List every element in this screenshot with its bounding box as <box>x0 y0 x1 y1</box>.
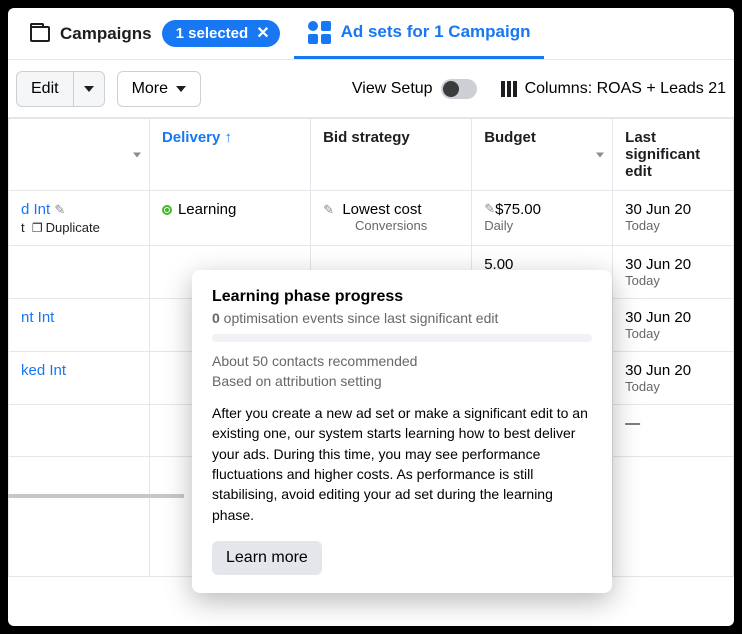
edit-date-relative: Today <box>625 218 721 233</box>
adset-name[interactable]: ked Int <box>21 362 66 379</box>
edit-date: — <box>625 415 640 432</box>
columns-label: Columns: ROAS + Leads 21 <box>525 80 726 98</box>
bid-strategy: Lowest cost <box>342 201 421 218</box>
budget-value: $75.00 <box>495 201 541 218</box>
tooltip-events: 0 optimisation events since last signifi… <box>212 310 592 326</box>
selected-chip[interactable]: 1 selected ✕ <box>162 20 280 47</box>
table-row[interactable]: d Int ✎ t ❐Duplicate Learning ✎ Lowest co… <box>9 191 734 246</box>
learning-tooltip: Learning phase progress 0 optimisation e… <box>192 270 612 593</box>
adset-name[interactable]: d Int <box>21 201 50 218</box>
tab-adsets-label: Ad sets for 1 Campaign <box>341 22 531 42</box>
pencil-icon[interactable]: ✎ <box>484 201 495 217</box>
chevron-down-icon <box>84 86 94 92</box>
progress-bar <box>212 334 592 342</box>
edit-date: 30 Jun 20 <box>625 201 691 218</box>
edit-date-relative: Today <box>625 326 721 341</box>
view-setup: View Setup <box>352 79 477 99</box>
chevron-down-icon <box>176 86 186 92</box>
pencil-icon[interactable]: ✎ <box>54 202 65 217</box>
sort-ascending-icon: ↑ <box>225 129 233 146</box>
adsets-icon <box>308 21 331 44</box>
tab-campaigns-label: Campaigns <box>60 24 152 44</box>
learn-more-button[interactable]: Learn more <box>212 541 322 575</box>
header-delivery[interactable]: Delivery ↑ <box>149 119 310 191</box>
budget-frequency: Daily <box>484 218 600 233</box>
tooltip-title: Learning phase progress <box>212 288 592 306</box>
header-bid-strategy[interactable]: Bid strategy <box>311 119 472 191</box>
bid-sub: Conversions <box>323 218 459 233</box>
adset-name[interactable]: nt Int <box>21 309 54 326</box>
close-icon[interactable]: ✕ <box>256 26 269 42</box>
header-budget[interactable]: Budget <box>472 119 613 191</box>
tab-campaigns[interactable]: Campaigns 1 selected ✕ <box>16 8 294 59</box>
more-label: More <box>132 80 168 98</box>
chip-text: 1 selected <box>176 25 249 42</box>
tooltip-body: After you create a new ad set or make a … <box>212 403 592 525</box>
chevron-down-icon <box>596 152 604 157</box>
header-last-edit[interactable]: Last significant edit <box>613 119 734 191</box>
pencil-icon[interactable]: ✎ <box>323 202 334 217</box>
edit-date: 30 Jun 20 <box>625 309 691 326</box>
edit-date: 30 Jun 20 <box>625 362 691 379</box>
edit-date-relative: Today <box>625 379 721 394</box>
more-button[interactable]: More <box>117 71 201 107</box>
edit-date-relative: Today <box>625 273 721 288</box>
delivery-status: Learning <box>178 201 236 218</box>
chevron-down-icon <box>133 152 141 157</box>
duplicate-icon: ❐ <box>32 221 43 235</box>
scrollbar-horizontal[interactable] <box>8 494 184 498</box>
columns-icon <box>501 81 517 97</box>
header-name[interactable] <box>9 119 150 191</box>
folder-icon <box>30 26 50 42</box>
status-dot-icon <box>162 205 172 215</box>
tab-adsets[interactable]: Ad sets for 1 Campaign <box>294 8 545 59</box>
view-setup-toggle[interactable] <box>441 79 477 99</box>
edit-split-button: Edit <box>16 71 105 107</box>
duplicate-action[interactable]: t ❐Duplicate <box>21 220 137 235</box>
tooltip-notes: About 50 contacts recommended Based on a… <box>212 352 592 391</box>
view-setup-label: View Setup <box>352 80 433 98</box>
columns-selector[interactable]: Columns: ROAS + Leads 21 <box>501 80 726 98</box>
edit-button[interactable]: Edit <box>16 71 73 107</box>
main-tabs: Campaigns 1 selected ✕ Ad sets for 1 Cam… <box>8 8 734 60</box>
edit-dropdown-button[interactable] <box>73 71 105 107</box>
toolbar: Edit More View Setup Columns: ROAS + Lea… <box>8 60 734 118</box>
edit-date: 30 Jun 20 <box>625 256 691 273</box>
